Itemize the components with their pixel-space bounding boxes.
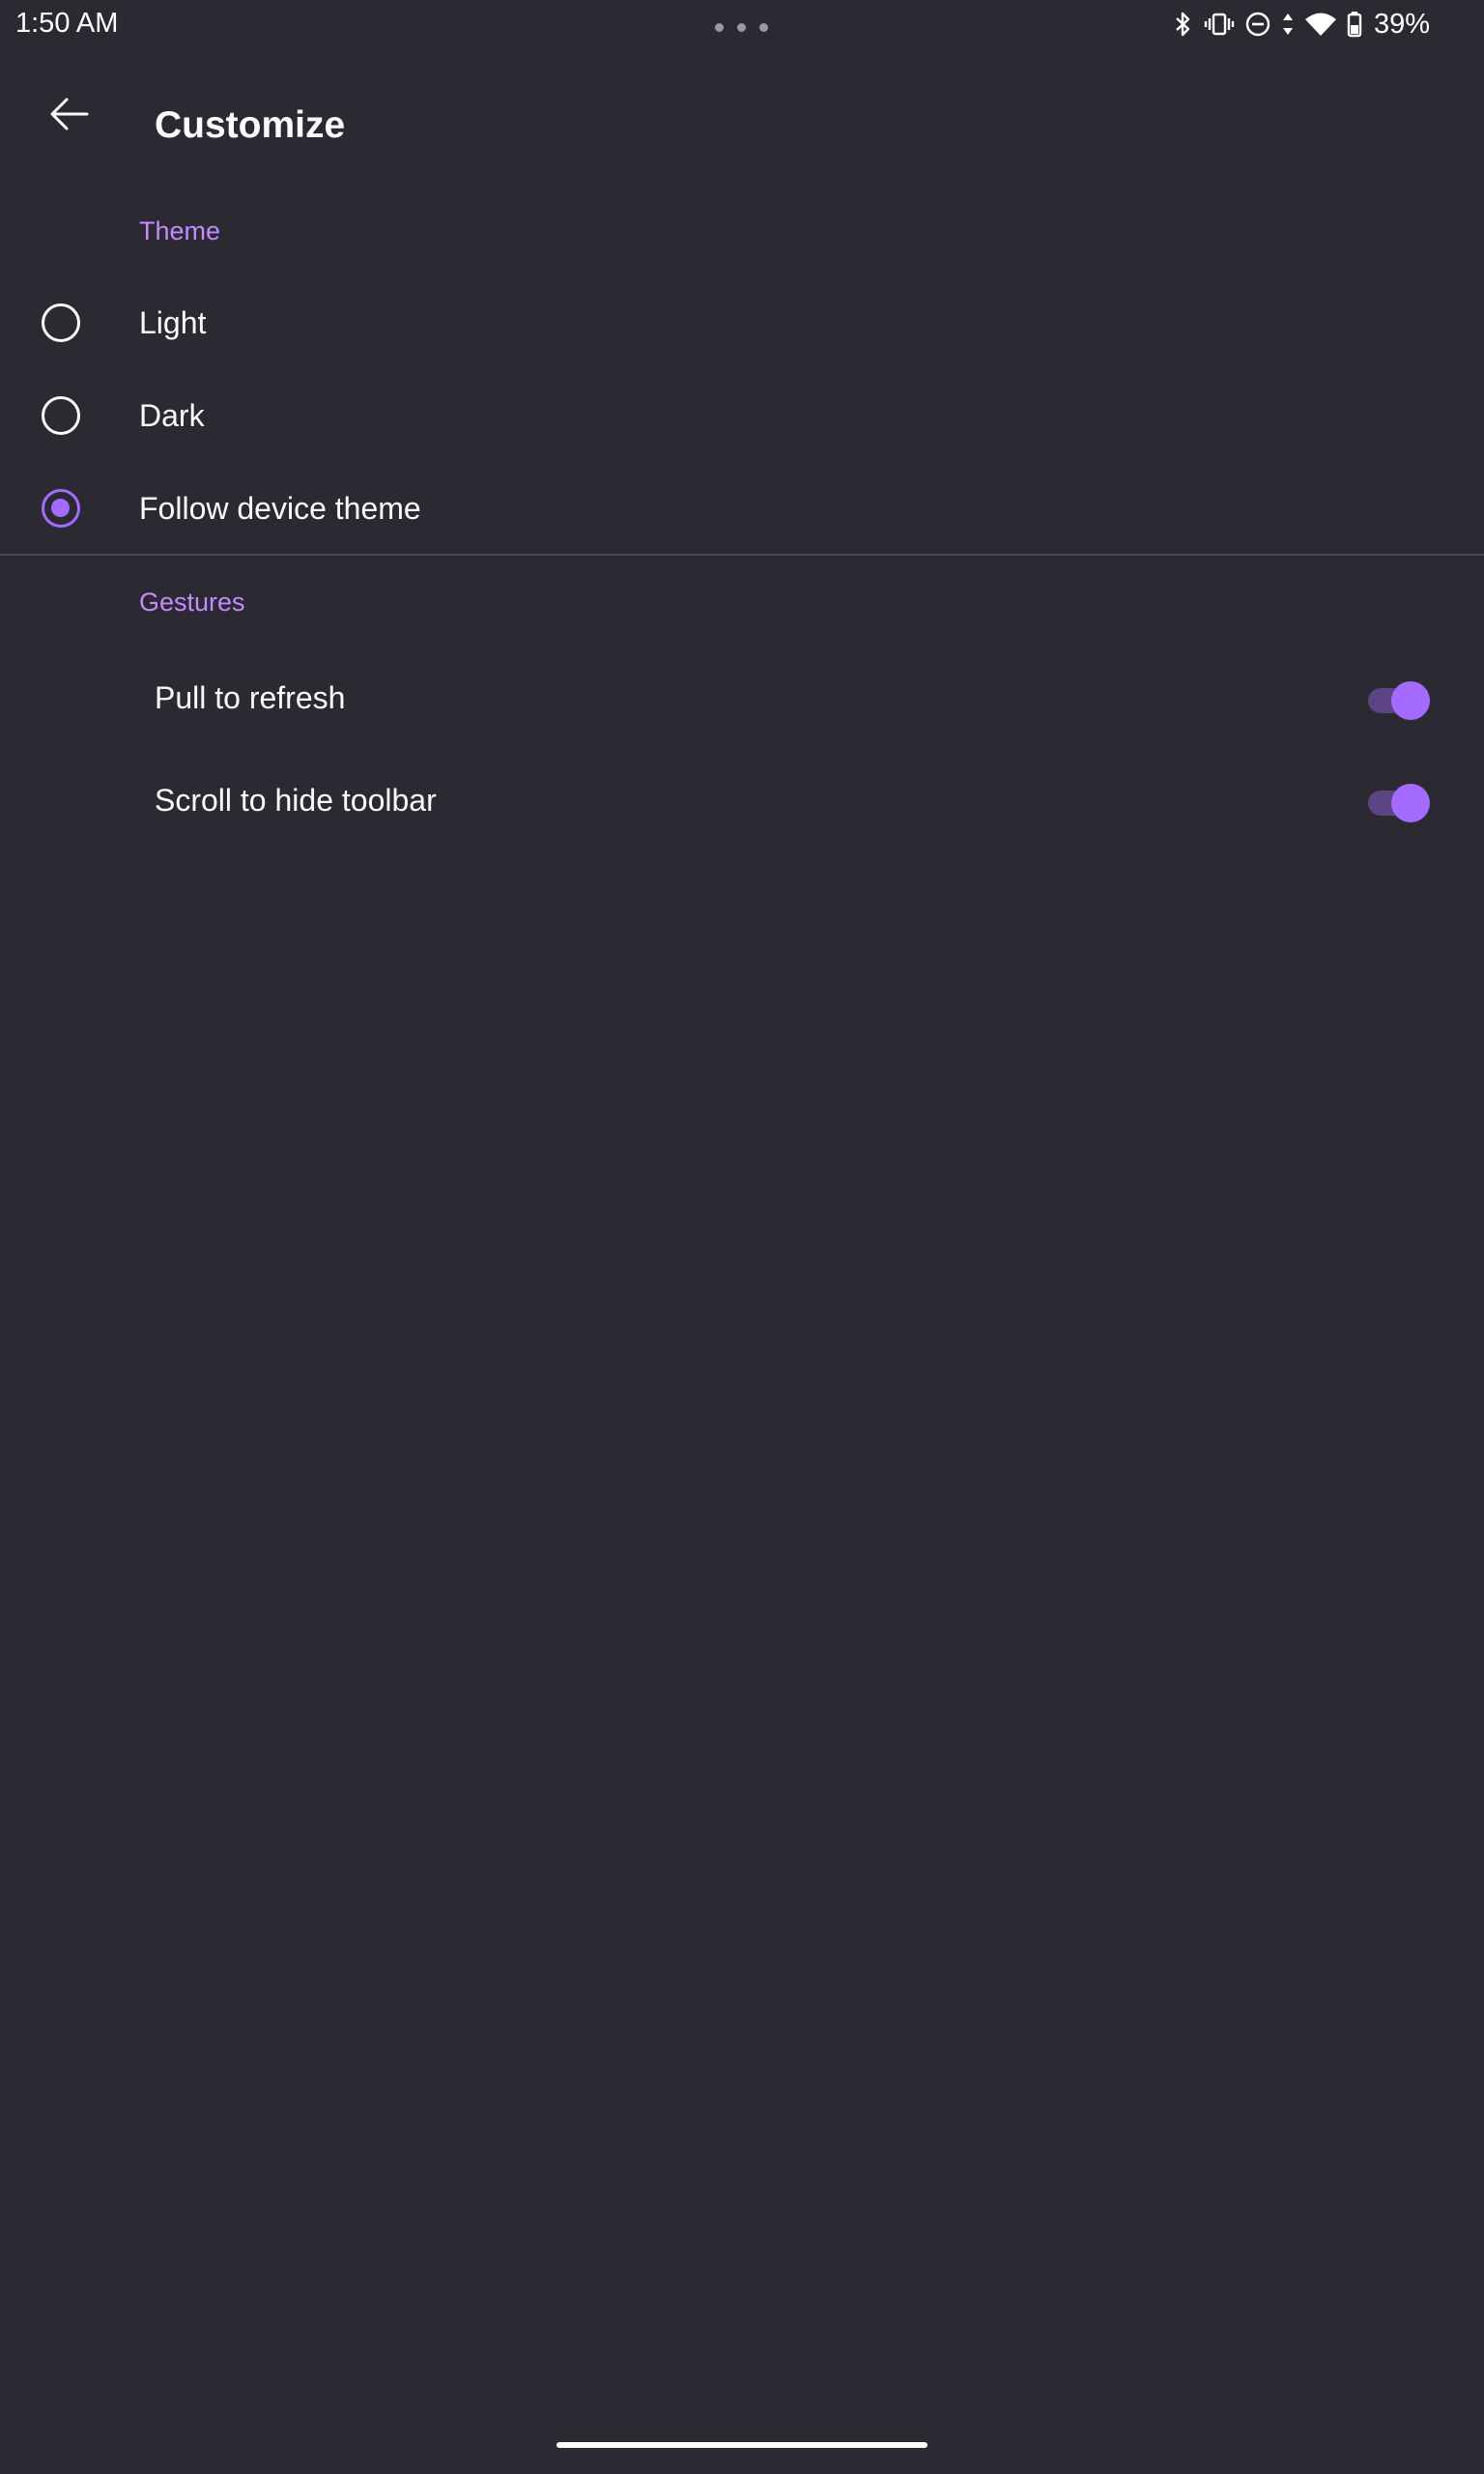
setting-label: Scroll to hide toolbar [155, 783, 437, 818]
theme-option-light[interactable]: Light [0, 276, 1484, 369]
section-divider [0, 554, 1484, 556]
pull-to-refresh-setting[interactable]: Pull to refresh [0, 647, 1484, 750]
toolbar: Customize [0, 48, 1484, 182]
theme-section-header: Theme [139, 216, 221, 245]
theme-option-dark[interactable]: Dark [0, 369, 1484, 462]
radio-button[interactable] [42, 396, 80, 435]
toggle-thumb [1391, 784, 1430, 822]
radio-button[interactable] [42, 303, 80, 342]
battery-percentage: 39% [1373, 8, 1430, 40]
status-time: 1:50 AM [15, 8, 119, 39]
page-title: Customize [155, 104, 346, 146]
bluetooth-icon [1176, 12, 1190, 37]
wifi-icon [1304, 13, 1336, 36]
radio-button-selected[interactable] [42, 489, 80, 528]
setting-label: Pull to refresh [155, 680, 346, 715]
do-not-disturb-icon [1245, 12, 1270, 37]
theme-option-label: Light [139, 305, 207, 340]
back-button[interactable] [31, 79, 108, 149]
status-bar: 1:50 AM 39% [0, 0, 1484, 48]
home-indicator[interactable] [556, 2442, 928, 2448]
pull-to-refresh-toggle[interactable] [1366, 680, 1432, 720]
data-arrows-icon [1282, 14, 1293, 35]
theme-option-follow-device[interactable]: Follow device theme [0, 462, 1484, 555]
screen: 1:50 AM 39% Customize Theme Light Dark F… [0, 0, 1484, 2474]
scroll-to-hide-toolbar-toggle[interactable] [1366, 783, 1432, 822]
battery-icon [1347, 12, 1362, 38]
scroll-to-hide-toolbar-setting[interactable]: Scroll to hide toolbar [0, 750, 1484, 852]
theme-option-label: Dark [139, 398, 205, 433]
vibrate-icon [1204, 13, 1235, 36]
arrow-back-icon [50, 98, 89, 130]
more-dots-icon [715, 23, 768, 32]
toggle-thumb [1391, 681, 1430, 720]
theme-option-label: Follow device theme [139, 491, 421, 526]
status-icons: 39% [1173, 7, 1430, 42]
gestures-section-header: Gestures [139, 588, 245, 617]
